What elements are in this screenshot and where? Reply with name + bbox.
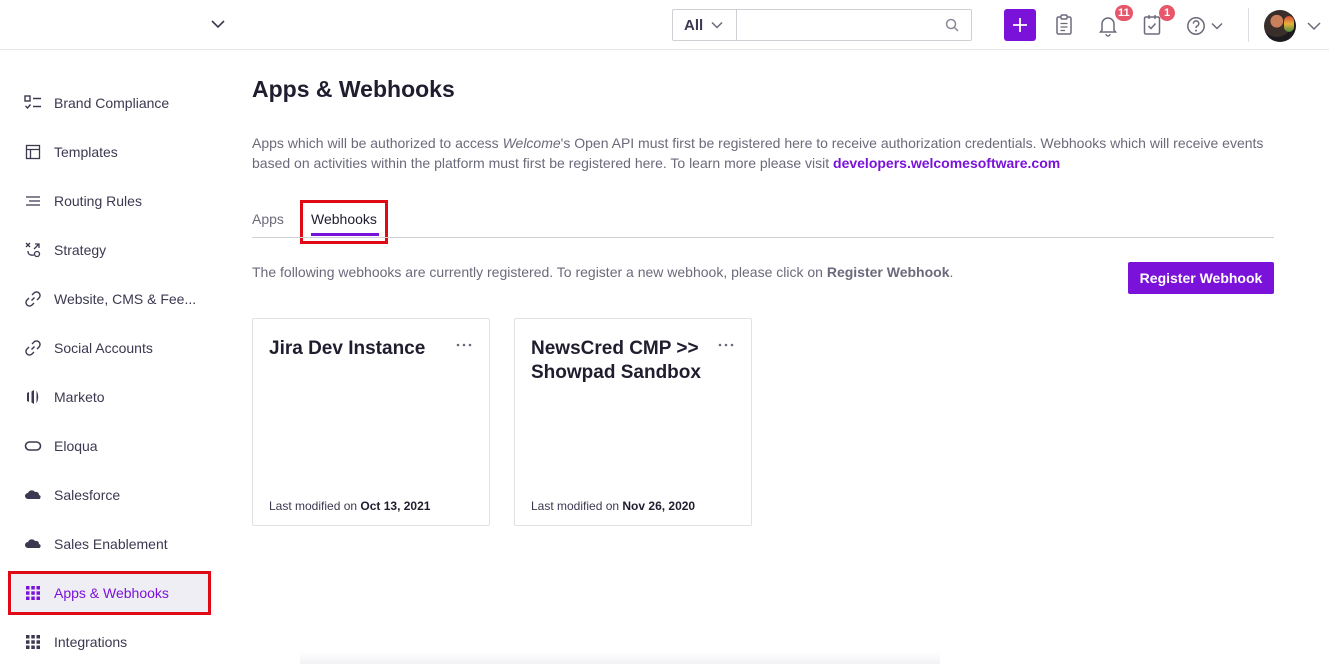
webhook-card[interactable]: NewsCred CMP >> Showpad Sandbox Last mod… <box>514 318 752 526</box>
active-tab-indicator <box>311 233 379 236</box>
sidebar-item-label: Strategy <box>54 242 107 258</box>
grid-icon <box>24 584 42 602</box>
sidebar-item-label: Templates <box>54 144 118 160</box>
topbar-divider <box>1248 8 1249 42</box>
search-icon[interactable] <box>945 18 959 32</box>
sidebar-item-label: Salesforce <box>54 487 121 503</box>
search-scope-value: All <box>684 16 704 34</box>
global-search: All <box>672 9 972 41</box>
tab-bar: Apps Webhooks <box>252 205 1274 238</box>
checklist-icon <box>24 94 42 112</box>
tab-apps[interactable]: Apps <box>252 211 284 227</box>
sidebar-item-sales-enablement[interactable]: Sales Enablement <box>12 525 208 563</box>
cloud-icon <box>24 535 42 553</box>
notifications-badge: 11 <box>1115 5 1133 21</box>
link-icon <box>24 290 42 308</box>
sidebar-item-label: Sales Enablement <box>54 536 168 552</box>
webhook-card-modified: Last modified on Nov 26, 2020 <box>531 499 696 513</box>
create-new-button[interactable] <box>1004 9 1036 41</box>
sidebar-item-integrations[interactable]: Integrations <box>12 623 208 661</box>
scroll-shadow <box>300 652 940 664</box>
sidebar-item-label: Apps & Webhooks <box>54 585 169 601</box>
webhook-card-modified: Last modified on Oct 13, 2021 <box>269 499 431 513</box>
notifications-bell-icon[interactable]: 11 <box>1097 5 1133 37</box>
search-input[interactable] <box>737 10 971 40</box>
sidebar-item-label: Brand Compliance <box>54 95 170 111</box>
sidebar-item-social-accounts[interactable]: Social Accounts <box>12 329 208 367</box>
avatar[interactable] <box>1264 10 1296 42</box>
workspace-chevron-down-icon[interactable] <box>210 16 226 32</box>
sidebar-item-label: Website, CMS & Fee... <box>54 291 197 307</box>
settings-sidebar: Brand Compliance Templates Routing Rules… <box>0 50 230 664</box>
link-icon <box>24 339 42 357</box>
sidebar-item-label: Marketo <box>54 389 105 405</box>
page-title: Apps & Webhooks <box>252 76 455 102</box>
sidebar-item-label: Integrations <box>54 634 128 650</box>
chevron-down-icon <box>1211 22 1223 30</box>
marketo-icon <box>24 388 42 406</box>
webhook-card-title: NewsCred CMP >> Showpad Sandbox <box>531 338 701 383</box>
webhook-card[interactable]: Jira Dev Instance Last modified on Oct 1… <box>252 318 490 526</box>
sidebar-item-label: Routing Rules <box>54 193 142 209</box>
tasks-icon[interactable]: 1 <box>1141 5 1175 37</box>
clipboard-icon[interactable] <box>1053 13 1075 37</box>
webhook-card-title: Jira Dev Instance <box>269 338 426 359</box>
account-chevron-down-icon[interactable] <box>1306 18 1322 34</box>
search-scope-select[interactable]: All <box>673 10 737 40</box>
template-icon <box>24 143 42 161</box>
sidebar-item-strategy[interactable]: Strategy <box>12 231 208 269</box>
tasks-badge: 1 <box>1159 5 1175 21</box>
register-webhook-button[interactable]: Register Webhook <box>1128 262 1274 294</box>
tab-webhooks[interactable]: Webhooks <box>311 211 377 227</box>
sidebar-item-website-cms[interactable]: Website, CMS & Fee... <box>12 280 208 318</box>
help-icon <box>1187 17 1205 35</box>
more-options-icon[interactable] <box>717 337 735 353</box>
cloud-icon <box>24 486 42 504</box>
help-menu[interactable] <box>1186 15 1228 37</box>
chevron-down-icon <box>711 21 723 29</box>
sidebar-item-label: Eloqua <box>54 438 98 454</box>
webhooks-description: The following webhooks are currently reg… <box>252 264 954 280</box>
grid-icon <box>24 633 42 651</box>
strategy-icon <box>24 241 42 259</box>
sidebar-item-label: Social Accounts <box>54 340 153 356</box>
developers-link[interactable]: developers.welcomesoftware.com <box>833 155 1060 171</box>
sidebar-item-templates[interactable]: Templates <box>12 133 208 171</box>
routing-icon <box>24 192 42 210</box>
sidebar-item-marketo[interactable]: Marketo <box>12 378 208 416</box>
sidebar-item-brand-compliance[interactable]: Brand Compliance <box>12 84 208 122</box>
sidebar-item-salesforce[interactable]: Salesforce <box>12 476 208 514</box>
top-bar: All 11 1 <box>0 0 1329 50</box>
sidebar-item-eloqua[interactable]: Eloqua <box>12 427 208 465</box>
more-options-icon[interactable] <box>455 337 473 353</box>
eloqua-icon <box>24 437 42 455</box>
plus-icon <box>1013 18 1027 32</box>
sidebar-item-routing-rules[interactable]: Routing Rules <box>12 182 208 220</box>
sidebar-item-apps-webhooks[interactable]: Apps & Webhooks <box>12 574 208 612</box>
intro-text: Apps which will be authorized to access … <box>252 135 1264 171</box>
